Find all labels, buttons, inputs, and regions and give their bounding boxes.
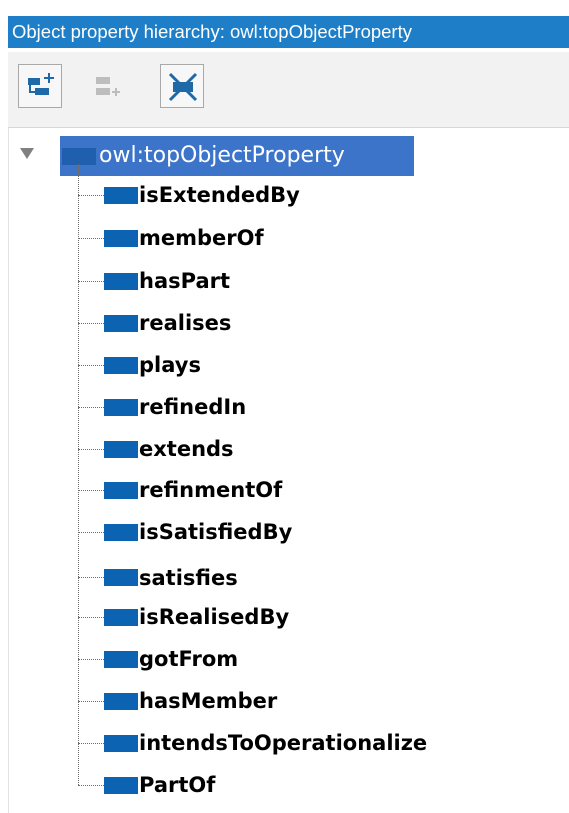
tree-item-gotfrom[interactable]: gotFrom xyxy=(139,644,238,674)
property-icon xyxy=(104,482,138,499)
tree-connector xyxy=(78,490,104,491)
tree-connector xyxy=(78,195,104,196)
tree-item-isrealisedby[interactable]: isRealisedBy xyxy=(139,602,289,632)
property-icon xyxy=(104,357,138,374)
tree-connector xyxy=(78,238,104,239)
property-icon xyxy=(104,315,138,332)
collapse-arrow-icon[interactable] xyxy=(20,148,34,159)
property-icon xyxy=(104,187,138,204)
tree-connector xyxy=(78,659,104,660)
tree-connector xyxy=(78,449,104,450)
property-icon xyxy=(104,609,138,626)
tree-item-refinedin[interactable]: refinedIn xyxy=(139,392,246,422)
property-icon xyxy=(104,693,138,710)
tree-item-haspart[interactable]: hasPart xyxy=(139,266,230,296)
property-icon xyxy=(104,777,138,794)
object-property-hierarchy-panel: Object property hierarchy: owl:topObject… xyxy=(0,0,569,813)
property-icon xyxy=(104,735,138,752)
tree-item-issatisfiedby[interactable]: isSatisfiedBy xyxy=(139,517,292,547)
property-icon xyxy=(104,441,138,458)
tree-item-realises[interactable]: realises xyxy=(139,308,231,338)
tree-connector xyxy=(78,281,104,282)
tree-item-plays[interactable]: plays xyxy=(139,350,201,380)
property-icon xyxy=(104,524,138,541)
tree-connector xyxy=(78,577,104,578)
property-icon xyxy=(62,148,96,165)
tree-item-partof[interactable]: PartOf xyxy=(139,770,215,800)
property-icon xyxy=(104,230,138,247)
tree-connector xyxy=(78,407,104,408)
tree-item-refinmentof[interactable]: refinmentOf xyxy=(139,475,282,505)
tree-connector xyxy=(78,743,104,744)
tree-vertical-connector xyxy=(78,164,79,785)
tree-item-isextendedby[interactable]: isExtendedBy xyxy=(139,180,300,210)
tree-connector xyxy=(78,617,104,618)
tree-item-intendstooperationalize[interactable]: intendsToOperationalize xyxy=(139,728,427,758)
tree-root-label[interactable]: owl:topObjectProperty xyxy=(99,136,345,176)
tree-item-memberof[interactable]: memberOf xyxy=(139,223,264,253)
tree-connector xyxy=(78,532,104,533)
tree-connector xyxy=(78,323,104,324)
tree-item-satisfies[interactable]: satisfies xyxy=(139,563,238,593)
property-icon xyxy=(104,399,138,416)
tree-item-extends[interactable]: extends xyxy=(139,434,234,464)
property-tree: owl:topObjectProperty isExtendedBy membe… xyxy=(0,0,569,813)
tree-connector xyxy=(78,365,104,366)
tree-connector xyxy=(78,785,104,786)
tree-item-hasmember[interactable]: hasMember xyxy=(139,686,277,716)
property-icon xyxy=(104,651,138,668)
tree-connector xyxy=(78,701,104,702)
property-icon xyxy=(104,273,138,290)
property-icon xyxy=(104,569,138,586)
